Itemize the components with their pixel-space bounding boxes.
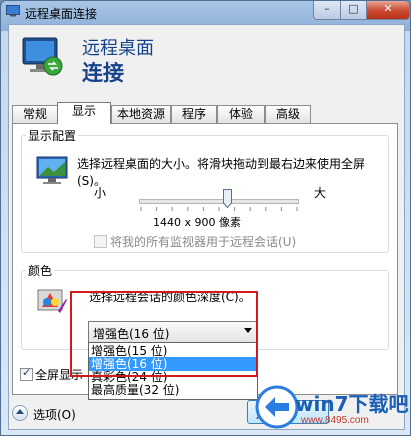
header-title-line2: 连接: [82, 61, 124, 85]
resolution-label: 1440 x 900 像素: [153, 216, 241, 229]
window-title: 远程桌面连接: [25, 7, 98, 21]
tab-experience[interactable]: 体验: [217, 105, 265, 123]
minimize-button[interactable]: –: [313, 1, 341, 20]
tab-display[interactable]: 显示: [57, 102, 111, 124]
watermark-brand: win7下载吧: [295, 392, 409, 416]
options-label[interactable]: 选项(O): [33, 406, 76, 423]
slider-max-label: 大: [314, 186, 327, 200]
color-depth-highlight-box: [70, 291, 258, 377]
display-config-group: 显示配置 选择远程桌面的大小。将滑块拖动到最右边来使用全屏(S)。 小 大 14…: [21, 127, 389, 253]
fullscreen-bar-checkbox[interactable]: [20, 366, 33, 381]
all-monitors-checkbox[interactable]: [94, 235, 107, 248]
options-toggle-icon[interactable]: [12, 405, 28, 421]
title-bar[interactable]: 远程桌面连接 – □ ✕: [1, 1, 410, 23]
tab-programs[interactable]: 程序: [171, 105, 217, 123]
display-monitor-icon: [36, 156, 68, 184]
remote-desktop-icon: [6, 5, 20, 17]
maximize-button[interactable]: □: [340, 1, 367, 20]
colors-legend: 颜色: [28, 264, 53, 278]
watermark-url: www.8495.com: [301, 415, 369, 426]
tab-local-resources[interactable]: 本地资源: [111, 105, 171, 123]
display-size-slider-track[interactable]: [139, 199, 299, 204]
slider-min-label: 小: [94, 186, 107, 200]
display-config-legend: 显示配置: [28, 129, 77, 143]
color-palette-icon: [37, 289, 67, 313]
all-monitors-label: 将我的所有监视器用于远程会话(U): [110, 235, 297, 249]
close-button[interactable]: ✕: [366, 1, 410, 20]
tab-advanced[interactable]: 高级: [265, 105, 311, 123]
display-size-description: 选择远程桌面的大小。将滑块拖动到最右边来使用全屏(S)。: [77, 157, 366, 188]
display-size-slider-thumb[interactable]: [223, 189, 233, 208]
slider-ticks: [140, 207, 298, 211]
tab-general[interactable]: 常规: [12, 105, 58, 123]
remote-desktop-monitor-icon: [22, 37, 63, 76]
rdp-window: 远程桌面连接 – □ ✕ 远程桌面 连接 常规 显示 本地资源 程序 体验 高级…: [0, 0, 411, 436]
color-depth-option-32[interactable]: 最高质量(32 位): [89, 383, 257, 397]
